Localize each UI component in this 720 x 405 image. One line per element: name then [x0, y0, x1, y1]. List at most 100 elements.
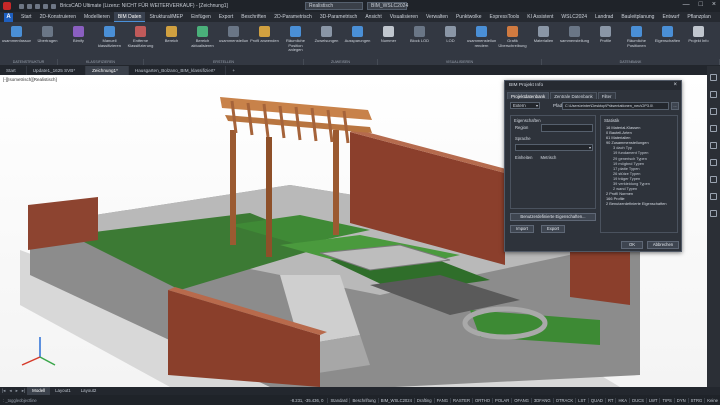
- import-button[interactable]: Import: [510, 225, 534, 233]
- layout-tab-layout1[interactable]: Layout1: [50, 387, 76, 395]
- status-toggle-bim-wslc2024[interactable]: BIM_WSLC2024: [377, 397, 414, 403]
- ribbon-tab-3d-parametrisch[interactable]: 3D-Parametrisch: [316, 12, 362, 22]
- status-toggle-tips[interactable]: TIPS: [659, 397, 673, 403]
- structure-panel-icon[interactable]: [710, 108, 717, 115]
- visual-style-select[interactable]: Realistisch: [305, 2, 363, 10]
- app-logo-icon[interactable]: [3, 2, 11, 10]
- ribbon-tab-entwurf[interactable]: Entwurf: [658, 12, 683, 22]
- custom-properties-button[interactable]: Benutzerdefinierte Eigenschaften...: [510, 213, 596, 221]
- settings-panel-icon[interactable]: [710, 193, 717, 200]
- maximize-button[interactable]: □: [699, 1, 703, 8]
- manuell-klassifizieren-button[interactable]: Manuell klassifizieren: [95, 24, 124, 48]
- entferne-klassifizierung-button[interactable]: Entferne Klassifizierung: [126, 24, 155, 48]
- zusammenstellungen-button[interactable]: Zusammenstellungen: [560, 24, 589, 44]
- source-mode-select[interactable]: Extern: [510, 102, 540, 109]
- status-toggle-beschriftung[interactable]: Beschriftung: [349, 397, 377, 403]
- ribbon-tab-pflanzplan[interactable]: Pflanzplan: [683, 12, 714, 22]
- dialog-tab-projektdatenbank[interactable]: Projektdatenbank: [507, 92, 550, 99]
- ribbon-tab-landrad[interactable]: Landrad: [591, 12, 617, 22]
- dialog-title-bar[interactable]: BIM Projekt Info ×: [505, 81, 681, 90]
- new-tab-button[interactable]: +: [226, 68, 241, 73]
- status-toggle-fang[interactable]: FANG: [433, 397, 450, 403]
- ribbon-tab-wslc2024[interactable]: WSLC2024: [557, 12, 591, 22]
- lod-button[interactable]: LOD: [436, 24, 465, 44]
- ribbon-tab-modellieren[interactable]: Modellieren: [80, 12, 114, 22]
- status-toggle-keine[interactable]: Keine: [704, 397, 720, 403]
- zuweisungen-button[interactable]: Zuweisungen: [312, 24, 341, 44]
- properties-panel-icon[interactable]: [710, 74, 717, 81]
- aussparungen-button[interactable]: Aussparungen: [343, 24, 372, 44]
- region-input[interactable]: [541, 124, 593, 132]
- undo-icon[interactable]: [43, 3, 48, 9]
- ribbon-tab-start[interactable]: Start: [17, 12, 36, 22]
- application-menu-button[interactable]: A: [4, 12, 13, 22]
- profil-anwenden-button[interactable]: Profil anwenden: [250, 24, 279, 44]
- open-file-icon[interactable]: [27, 3, 32, 9]
- zusammenstellung-rendern-button[interactable]: Zusammenstellung rendern: [467, 24, 496, 48]
- bereich-button[interactable]: Bereich: [157, 24, 186, 44]
- cancel-button[interactable]: Abbrechen: [647, 241, 679, 249]
- minimize-button[interactable]: —: [683, 1, 690, 8]
- document-tab[interactable]: Hausgarten_Bolzano_BIM_klassifiziert*: [129, 66, 227, 75]
- ribbon-tab-ansicht[interactable]: Ansicht: [361, 12, 385, 22]
- status-toggle-otrack[interactable]: OTRACK: [552, 397, 575, 403]
- räumliche-positionen-button[interactable]: Räumliche Positionen: [622, 24, 651, 48]
- ribbon-tab-2d-konstruieren[interactable]: 2D-Konstruieren: [36, 12, 80, 22]
- viewport-label[interactable]: [-][Isometrisch][Realistisch]: [3, 77, 57, 82]
- status-toggle-quad[interactable]: QUAD: [587, 397, 605, 403]
- workspace-select[interactable]: BIM_WSLC2024: [367, 2, 408, 10]
- ok-button[interactable]: OK: [621, 241, 643, 249]
- ribbon-tab-einfügen[interactable]: Einfügen: [187, 12, 215, 22]
- status-toggle-ducs[interactable]: DUCS: [629, 397, 646, 403]
- dialog-tab-filter[interactable]: Filter: [597, 92, 616, 99]
- status-toggle-strg[interactable]: STRG: [687, 397, 705, 403]
- materialien-button[interactable]: Materialien: [529, 24, 558, 44]
- ribbon-tab-bauleitplanung[interactable]: Bauleitplanung: [617, 12, 658, 22]
- bim-panel-icon[interactable]: [710, 176, 717, 183]
- status-toggle-hka[interactable]: HKA: [615, 397, 629, 403]
- layout-tab-layout2[interactable]: Layout2: [76, 387, 102, 395]
- statistics-tree[interactable]: 16 Material-Klassen 0 Bauteil-Arten 61 Mat…: [601, 123, 677, 209]
- grafik-überschreibung-button[interactable]: Grafik Überschreibung: [498, 24, 527, 48]
- status-toggle-dyn[interactable]: DYN: [673, 397, 688, 403]
- document-tab[interactable]: Zeichnung1*: [86, 66, 129, 75]
- redo-icon[interactable]: [51, 3, 56, 9]
- layers-panel-icon[interactable]: [710, 91, 717, 98]
- bimify-button[interactable]: Bimify: [64, 24, 93, 44]
- browse-button[interactable]: ...: [671, 102, 679, 110]
- status-toggle-standard[interactable]: Standard: [327, 397, 349, 403]
- first-layout-icon[interactable]: |◂: [0, 388, 7, 394]
- close-button[interactable]: ×: [712, 1, 716, 8]
- status-toggle-ortho[interactable]: ORTHO: [472, 397, 492, 403]
- new-file-icon[interactable]: [19, 3, 24, 9]
- übertragen-button[interactable]: Übertragen: [33, 24, 62, 44]
- ribbon-tab-verwalten[interactable]: Verwalten: [422, 12, 452, 22]
- command-line[interactable]: : _toggleobjectline: [0, 398, 286, 403]
- status-toggle-raster[interactable]: RASTER: [450, 397, 472, 403]
- statistics-item[interactable]: 2 Benutzerdefinierte Eigenschaften: [604, 201, 674, 206]
- eigenschaften-button[interactable]: Eigenschaften: [653, 24, 682, 44]
- nummer-button[interactable]: Nummer: [374, 24, 403, 44]
- ribbon-tab-ki-assistent[interactable]: KI Assistent: [523, 12, 557, 22]
- ribbon-tab-bim-daten[interactable]: BIM Daten: [113, 12, 146, 22]
- ribbon-tab-export[interactable]: Export: [215, 12, 237, 22]
- ribbon-tab-struktural-mep[interactable]: Struktural/MEP: [145, 12, 187, 22]
- status-toggle-polar[interactable]: POLAR: [492, 397, 511, 403]
- zusammenstellung-button[interactable]: Zusammenstellung: [219, 24, 248, 44]
- render-panel-icon[interactable]: [710, 142, 717, 149]
- block-lod-button[interactable]: Block LOD: [405, 24, 434, 44]
- ribbon-tab-2d-parametrisch[interactable]: 2D-Parametrisch: [270, 12, 316, 22]
- ribbon-tab-beschriften[interactable]: Beschriften: [237, 12, 270, 22]
- help-panel-icon[interactable]: [710, 210, 717, 217]
- document-tab[interactable]: Start: [0, 66, 27, 75]
- layout-tab-modell[interactable]: Modell: [27, 387, 51, 395]
- library-panel-icon[interactable]: [710, 125, 717, 132]
- status-toggle-rt[interactable]: RT: [604, 397, 616, 403]
- status-toggle-3dfang[interactable]: 3DFANG: [530, 397, 553, 403]
- document-tab[interactable]: Update1_1625 SVB*: [27, 66, 87, 75]
- bereich-aktualisieren-button[interactable]: Bereich aktualisieren: [188, 24, 217, 48]
- status-toggle-lst[interactable]: LST: [575, 397, 588, 403]
- language-select[interactable]: [515, 144, 593, 151]
- last-layout-icon[interactable]: ▸|: [20, 388, 27, 394]
- path-input[interactable]: C:\Users\einter\Desktop\Präsentationen_n…: [562, 102, 669, 110]
